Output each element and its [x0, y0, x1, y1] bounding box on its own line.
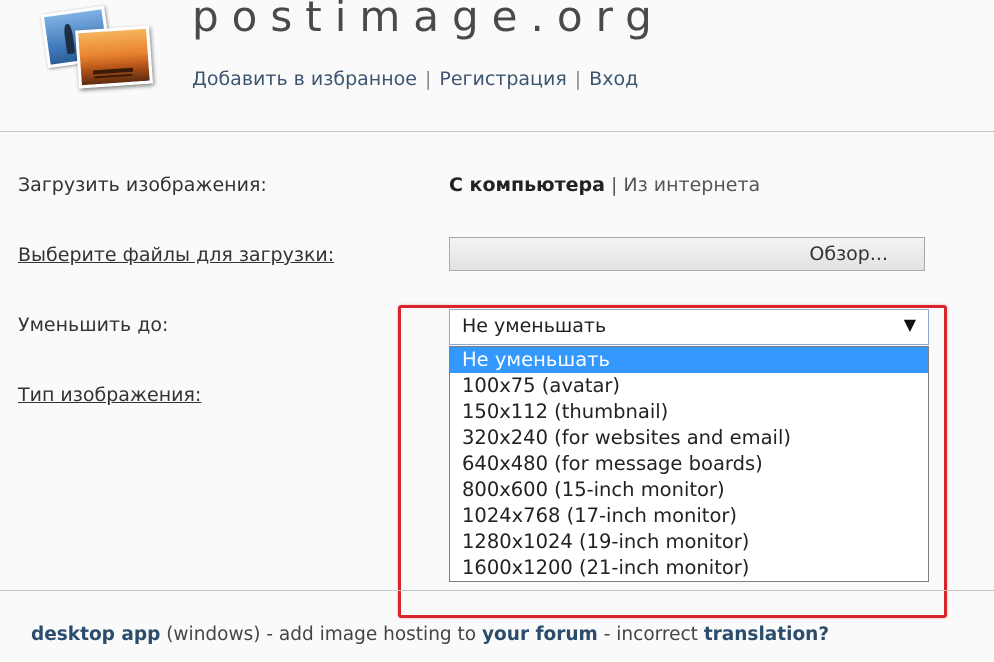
browse-button[interactable]: Обзор... [809, 243, 888, 265]
resize-option-100x75[interactable]: 100x75 (avatar) [450, 373, 928, 399]
resize-select-value: Не уменьшать [462, 315, 607, 337]
resize-label: Уменьшить до: [18, 314, 169, 336]
triangle-down-icon: ▼ [903, 315, 916, 334]
resize-option-1600x1200[interactable]: 1600x1200 (21-inch monitor) [450, 555, 928, 581]
site-title[interactable]: postimage.org [192, 0, 665, 41]
upload-label: Загрузить изображения: [18, 174, 267, 196]
source-switch: С компьютера | Из интернета [449, 174, 760, 196]
resize-option-640x480[interactable]: 640x480 (for message boards) [450, 451, 928, 477]
site-logo-icon[interactable] [40, 5, 154, 89]
file-input[interactable]: Обзор... [449, 237, 925, 271]
resize-select[interactable]: Не уменьшать ▼ [449, 309, 929, 345]
resize-option-150x112[interactable]: 150x112 (thumbnail) [450, 399, 928, 425]
photo-front-graphic [75, 25, 153, 89]
header-divider [0, 131, 994, 132]
source-separator: | [610, 174, 618, 196]
resize-option-1280x1024[interactable]: 1280x1024 (19-inch monitor) [450, 529, 928, 555]
footer-divider [0, 590, 994, 591]
resize-option-1024x768[interactable]: 1024x768 (17-inch monitor) [450, 503, 928, 529]
image-type-label[interactable]: Тип изображения: [18, 384, 201, 406]
register-link[interactable]: Регистрация [439, 68, 566, 90]
footer: desktop app (windows) - add image hostin… [31, 624, 829, 645]
add-to-favorites-link[interactable]: Добавить в избранное [192, 68, 417, 90]
resize-option-320x240[interactable]: 320x240 (for websites and email) [450, 425, 928, 451]
footer-text-1: - add image hosting to [260, 624, 482, 645]
choose-files-label[interactable]: Выберите файлы для загрузки: [18, 244, 334, 266]
translation-link[interactable]: translation? [704, 624, 829, 645]
your-forum-link[interactable]: your forum [482, 624, 598, 645]
source-computer-option[interactable]: С компьютера [449, 174, 605, 196]
source-internet-option[interactable]: Из интернета [623, 174, 760, 196]
resize-dropdown-list[interactable]: Не уменьшать 100x75 (avatar) 150x112 (th… [449, 346, 929, 582]
desktop-app-link[interactable]: desktop app [31, 624, 160, 645]
resize-option-800x600[interactable]: 800x600 (15-inch monitor) [450, 477, 928, 503]
top-nav: Добавить в избранное | Регистрация | Вход [192, 68, 638, 90]
resize-option-none[interactable]: Не уменьшать [450, 347, 928, 373]
nav-separator: | [574, 68, 582, 90]
login-link[interactable]: Вход [589, 68, 638, 90]
nav-separator: | [424, 68, 432, 90]
footer-text-2: - incorrect [597, 624, 704, 645]
windows-note: (windows) [166, 624, 261, 645]
